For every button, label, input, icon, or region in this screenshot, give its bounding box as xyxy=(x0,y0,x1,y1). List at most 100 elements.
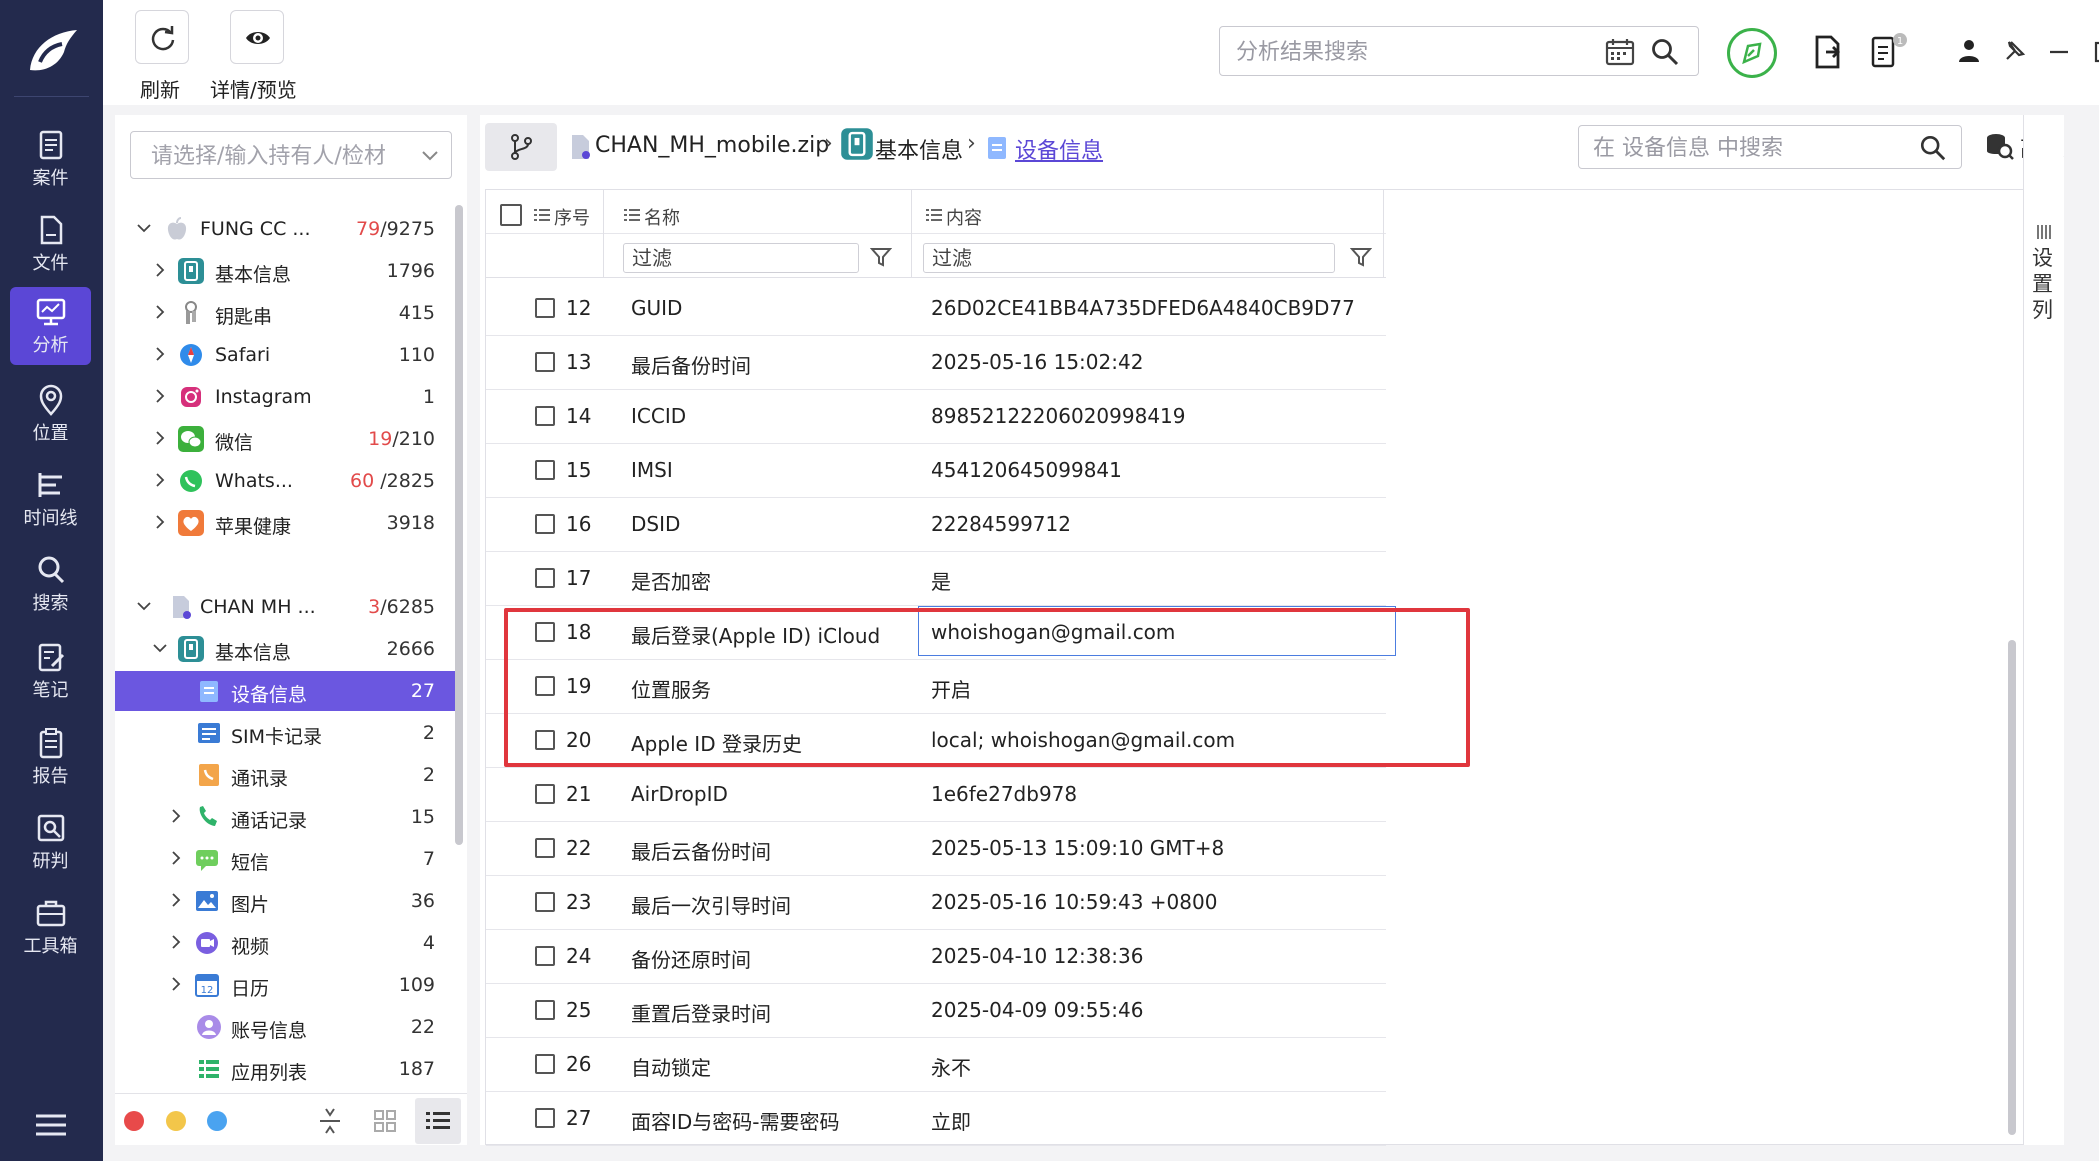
list-view-button[interactable] xyxy=(415,1098,461,1144)
search-icon[interactable] xyxy=(1919,134,1947,162)
blue-tag-filter[interactable] xyxy=(207,1111,227,1131)
column-menu-icon[interactable] xyxy=(926,208,942,222)
nav-item-location[interactable]: 位置 xyxy=(10,375,91,453)
refresh-button[interactable] xyxy=(135,10,189,64)
column-menu-icon[interactable] xyxy=(534,208,550,222)
table-search-input[interactable] xyxy=(1593,134,1913,162)
filter-icon[interactable] xyxy=(870,246,892,268)
row-checkbox[interactable] xyxy=(535,1000,555,1020)
filter-icon[interactable] xyxy=(1350,246,1372,268)
row-checkbox[interactable] xyxy=(535,838,555,858)
preview-button[interactable] xyxy=(230,10,284,64)
table-search-box[interactable] xyxy=(1578,125,1962,169)
content-filter-box[interactable] xyxy=(923,243,1335,273)
column-menu-icon[interactable] xyxy=(624,208,640,222)
row-checkbox[interactable] xyxy=(535,1054,555,1074)
branch-button[interactable] xyxy=(485,123,557,171)
table-row[interactable]: 17 是否加密 是 xyxy=(486,552,1386,606)
tree-item-device-info[interactable]: 设备信息 27 xyxy=(115,671,455,711)
select-all-checkbox[interactable] xyxy=(500,204,522,226)
yellow-tag-filter[interactable] xyxy=(166,1111,186,1131)
row-checkbox[interactable] xyxy=(535,1108,555,1128)
tree-item[interactable]: Whats... 60 /2825 xyxy=(115,461,455,501)
user-icon[interactable] xyxy=(1957,38,1981,64)
tree-item[interactable]: 苹果健康 3918 xyxy=(115,503,455,543)
red-tag-filter[interactable] xyxy=(124,1111,144,1131)
row-checkbox[interactable] xyxy=(535,892,555,912)
table-row[interactable]: 22 最后云备份时间 2025-05-13 15:09:10 GMT+8 xyxy=(486,822,1386,876)
tree-item[interactable]: 账号信息 22 xyxy=(115,1007,455,1047)
minimize-icon[interactable] xyxy=(2047,40,2071,64)
nav-item-toolbox[interactable]: 工具箱 xyxy=(10,888,91,966)
table-row[interactable]: 14 ICCID 89852122206020998419 xyxy=(486,390,1386,444)
nav-item-search[interactable]: 搜索 xyxy=(10,545,91,623)
status-ok-button[interactable] xyxy=(1727,28,1777,78)
table-row[interactable]: 16 DSID 22284599712 xyxy=(486,498,1386,552)
table-row[interactable]: 15 IMSI 454120645099841 xyxy=(486,444,1386,498)
table-row-selected[interactable]: 18 最后登录(Apple ID) iCloud whoishogan@gmail.… xyxy=(486,606,1396,660)
tree-item[interactable]: 基本信息 2666 xyxy=(115,629,455,669)
tree-group-chan[interactable]: CHAN MH ... 3/6285 xyxy=(115,587,455,627)
table-row[interactable]: 13 最后备份时间 2025-05-16 15:02:42 xyxy=(486,336,1386,390)
row-checkbox[interactable] xyxy=(535,676,555,696)
task-list-icon[interactable]: 1 xyxy=(1868,30,1908,72)
tree-item[interactable]: 基本信息 1796 xyxy=(115,251,455,291)
tree-item[interactable]: 12 日历 109 xyxy=(115,965,455,1005)
tree-item[interactable]: 应用列表 187 xyxy=(115,1049,455,1089)
export-icon[interactable] xyxy=(1811,34,1845,70)
tree-item[interactable]: 通话记录 15 xyxy=(115,797,455,837)
result-search-input[interactable] xyxy=(1236,37,1596,67)
nav-item-notes[interactable]: 笔记 xyxy=(10,632,91,710)
row-checkbox[interactable] xyxy=(535,514,555,534)
tree-item[interactable]: SIM卡记录 2 xyxy=(115,713,455,753)
row-checkbox[interactable] xyxy=(535,298,555,318)
row-checkbox[interactable] xyxy=(535,568,555,588)
breadcrumb-current[interactable]: 设备信息 xyxy=(1015,133,1103,165)
tree-item[interactable]: 通讯录 2 xyxy=(115,755,455,795)
tree-item[interactable]: Instagram 1 xyxy=(115,377,455,417)
nav-item-judge[interactable]: 研判 xyxy=(10,803,91,881)
row-checkbox[interactable] xyxy=(535,352,555,372)
table-row[interactable]: 20 Apple ID 登录历史 local; whoishogan@gmail.c… xyxy=(486,714,1386,768)
menu-icon[interactable] xyxy=(34,1112,68,1138)
breadcrumb-file[interactable]: CHAN_MH_mobile.zip xyxy=(595,133,829,158)
collapse-icon[interactable] xyxy=(318,1107,342,1135)
row-checkbox[interactable] xyxy=(535,784,555,804)
breadcrumb-category[interactable]: 基本信息 xyxy=(875,133,963,165)
table-row[interactable]: 25 重置后登录时间 2025-04-09 09:55:46 xyxy=(486,984,1386,1038)
holder-select-input[interactable] xyxy=(151,142,411,170)
nav-item-timeline[interactable]: 时间线 xyxy=(10,460,91,538)
table-row[interactable]: 21 AirDropID 1e6fe27db978 xyxy=(486,768,1386,822)
tree-item[interactable]: Safari 110 xyxy=(115,335,455,375)
grid-scrollbar[interactable] xyxy=(2008,640,2016,1135)
tree-item[interactable]: 图片 36 xyxy=(115,881,455,921)
search-icon[interactable] xyxy=(1650,37,1680,67)
nav-item-analysis[interactable]: 分析 xyxy=(10,287,91,365)
tree-item[interactable]: 视频 4 xyxy=(115,923,455,963)
maximize-icon[interactable] xyxy=(2093,40,2099,64)
row-checkbox[interactable] xyxy=(535,406,555,426)
table-row[interactable]: 24 备份还原时间 2025-04-10 12:38:36 xyxy=(486,930,1386,984)
row-checkbox[interactable] xyxy=(535,460,555,480)
row-checkbox[interactable] xyxy=(535,946,555,966)
table-row[interactable]: 26 自动锁定 永不 xyxy=(486,1038,1386,1092)
row-checkbox[interactable] xyxy=(535,730,555,750)
nav-item-report[interactable]: 报告 xyxy=(10,718,91,796)
nav-item-file[interactable]: 文件 xyxy=(10,205,91,283)
grid-view-icon[interactable] xyxy=(373,1109,397,1133)
holder-select[interactable] xyxy=(130,131,452,179)
tree-item[interactable]: 微信 19/210 xyxy=(115,419,455,459)
nav-item-case[interactable]: 案件 xyxy=(10,120,91,198)
table-row[interactable]: 19 位置服务 开启 xyxy=(486,660,1386,714)
name-filter-input[interactable] xyxy=(632,246,812,270)
pin-icon[interactable] xyxy=(2001,38,2027,64)
name-filter-box[interactable] xyxy=(623,243,859,273)
tree-item[interactable]: 钥匙串 415 xyxy=(115,293,455,333)
advanced-search-icon[interactable] xyxy=(1984,131,2014,161)
tree-scrollbar[interactable] xyxy=(455,205,463,845)
calendar-icon[interactable] xyxy=(1604,37,1636,67)
tree-item[interactable]: 短信 7 xyxy=(115,839,455,879)
table-row[interactable]: 27 面容ID与密码-需要密码 立即 xyxy=(486,1092,1386,1146)
column-settings-panel[interactable]: 设置列 xyxy=(2023,115,2063,1145)
content-filter-input[interactable] xyxy=(932,246,1112,270)
